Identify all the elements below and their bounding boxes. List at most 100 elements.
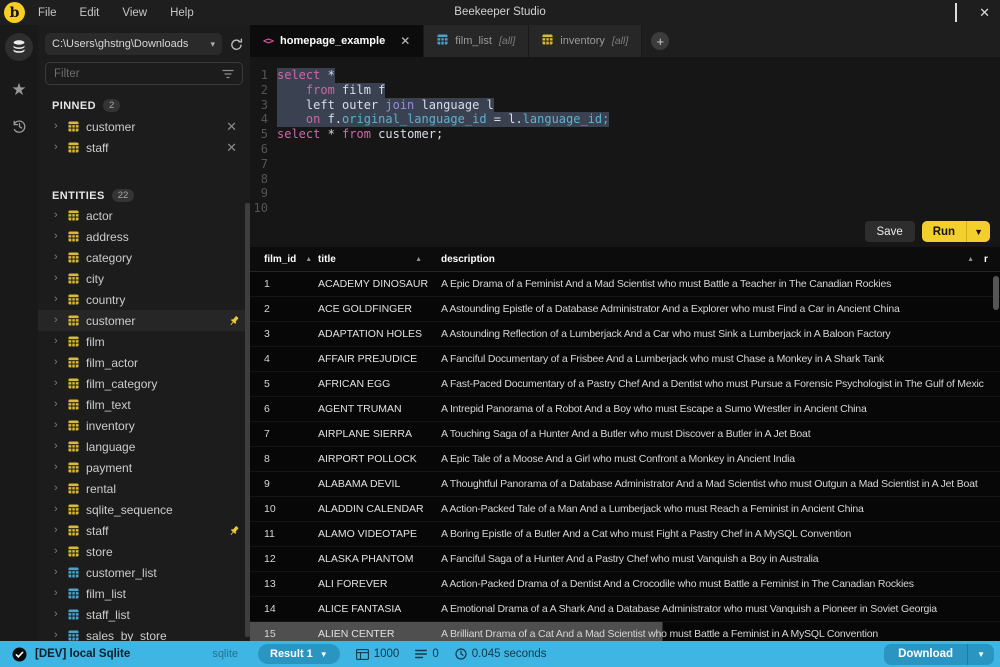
chevron-right-icon[interactable]: ›: [54, 352, 61, 373]
pinned-item-customer[interactable]: ›customer✕: [38, 116, 250, 137]
entity-item-actor[interactable]: ›actor: [38, 205, 250, 226]
chevron-right-icon[interactable]: ›: [54, 289, 61, 310]
chevron-right-icon[interactable]: ›: [54, 583, 61, 604]
column-header-title[interactable]: title▲: [314, 254, 439, 265]
chevron-right-icon[interactable]: ›: [54, 116, 61, 137]
chevron-right-icon[interactable]: ›: [54, 137, 61, 158]
entity-item-category[interactable]: ›category: [38, 247, 250, 268]
entity-item-customer_list[interactable]: ›customer_list: [38, 562, 250, 583]
sort-arrow-icon[interactable]: ▲: [415, 256, 422, 263]
table-row[interactable]: 13ALI FOREVERA Action-Packed Drama of a …: [250, 572, 1000, 597]
chevron-right-icon[interactable]: ›: [54, 373, 61, 394]
menu-file[interactable]: File: [38, 7, 57, 19]
sort-arrow-icon[interactable]: ▲: [967, 256, 974, 263]
entity-item-sqlite_sequence[interactable]: ›sqlite_sequence: [38, 499, 250, 520]
entity-item-film[interactable]: ›film: [38, 331, 250, 352]
column-header-partial[interactable]: r: [984, 254, 1000, 265]
code-line[interactable]: 2 from film f: [250, 83, 1000, 98]
tab-film_list[interactable]: film_list[all]: [424, 25, 529, 57]
download-options-caret[interactable]: ▼: [967, 644, 994, 665]
new-tab-button[interactable]: +: [651, 32, 669, 50]
entity-item-customer[interactable]: ›customer: [38, 310, 250, 331]
table-row[interactable]: 5AFRICAN EGGA Fast-Paced Documentary of …: [250, 372, 1000, 397]
filter-input[interactable]: [54, 68, 222, 80]
unpin-icon[interactable]: ✕: [223, 140, 240, 156]
entity-item-sales_by_store[interactable]: ›sales_by_store: [38, 625, 250, 641]
table-row[interactable]: 6AGENT TRUMANA Intrepid Panorama of a Ro…: [250, 397, 1000, 422]
favorites-button[interactable]: ★: [0, 80, 38, 100]
chevron-right-icon[interactable]: ›: [54, 520, 61, 541]
download-button[interactable]: Download ▼: [884, 644, 994, 665]
chevron-right-icon[interactable]: ›: [54, 562, 61, 583]
table-row[interactable]: 7AIRPLANE SIERRAA Touching Saga of a Hun…: [250, 422, 1000, 447]
code-line[interactable]: 8: [250, 172, 1000, 187]
chevron-right-icon[interactable]: ›: [54, 499, 61, 520]
chevron-right-icon[interactable]: ›: [54, 226, 61, 247]
entity-item-film_category[interactable]: ›film_category: [38, 373, 250, 394]
code-line[interactable]: 5select * from customer;: [250, 127, 1000, 142]
code-line[interactable]: 4 on f.original_language_id = l.language…: [250, 112, 1000, 127]
pinned-section-header[interactable]: PINNED 2: [38, 98, 250, 113]
chevron-right-icon[interactable]: ›: [54, 415, 61, 436]
entity-item-staff_list[interactable]: ›staff_list: [38, 604, 250, 625]
entity-item-film_list[interactable]: ›film_list: [38, 583, 250, 604]
chevron-right-icon[interactable]: ›: [54, 268, 61, 289]
results-scrollbar[interactable]: [993, 276, 999, 310]
history-button[interactable]: [0, 118, 38, 135]
run-options-caret[interactable]: ▼: [966, 221, 990, 242]
sort-arrow-icon[interactable]: ▲: [305, 256, 312, 263]
chevron-right-icon[interactable]: ›: [54, 604, 61, 625]
table-row[interactable]: 3ADAPTATION HOLESA Astounding Reflection…: [250, 322, 1000, 347]
entity-item-store[interactable]: ›store: [38, 541, 250, 562]
code-line[interactable]: 1select *: [250, 68, 1000, 83]
table-row[interactable]: 2ACE GOLDFINGERA Astounding Epistle of a…: [250, 297, 1000, 322]
chevron-right-icon[interactable]: ›: [54, 205, 61, 226]
table-row[interactable]: 4AFFAIR PREJUDICEA Fanciful Documentary …: [250, 347, 1000, 372]
run-label[interactable]: Run: [922, 226, 966, 238]
entities-section-header[interactable]: ENTITIES 22: [38, 188, 250, 203]
chevron-right-icon[interactable]: ›: [54, 331, 61, 352]
entity-item-film_actor[interactable]: ›film_actor: [38, 352, 250, 373]
run-button[interactable]: Run ▼: [922, 221, 990, 242]
chevron-right-icon[interactable]: ›: [54, 478, 61, 499]
entity-item-inventory[interactable]: ›inventory: [38, 415, 250, 436]
column-header-description[interactable]: description▲: [439, 254, 984, 265]
entity-item-address[interactable]: ›address: [38, 226, 250, 247]
save-button[interactable]: Save: [865, 221, 915, 242]
code-area[interactable]: 1select *2 from film f3 left outer join …: [250, 57, 1000, 216]
entity-item-rental[interactable]: ›rental: [38, 478, 250, 499]
code-line[interactable]: 10: [250, 201, 1000, 216]
table-row[interactable]: 15ALIEN CENTERA Brilliant Drama of a Cat…: [250, 622, 1000, 641]
table-row[interactable]: 1ACADEMY DINOSAURA Epic Drama of a Femin…: [250, 272, 1000, 297]
code-line[interactable]: 9: [250, 186, 1000, 201]
table-row[interactable]: 11ALAMO VIDEOTAPEA Boring Epistle of a B…: [250, 522, 1000, 547]
chevron-right-icon[interactable]: ›: [54, 436, 61, 457]
menu-help[interactable]: Help: [170, 7, 194, 19]
result-selector[interactable]: Result 1 ▼: [258, 644, 340, 664]
close-tab-icon[interactable]: ✕: [400, 34, 410, 48]
code-line[interactable]: 7: [250, 157, 1000, 172]
table-row[interactable]: 10ALADDIN CALENDARA Action-Packed Tale o…: [250, 497, 1000, 522]
table-row[interactable]: 12ALASKA PHANTOMA Fanciful Saga of a Hun…: [250, 547, 1000, 572]
code-line[interactable]: 3 left outer join language l: [250, 98, 1000, 113]
entity-item-staff[interactable]: ›staff: [38, 520, 250, 541]
connection-status[interactable]: [DEV] local Sqlite sqlite: [0, 647, 250, 662]
chevron-right-icon[interactable]: ›: [54, 625, 61, 641]
entity-item-payment[interactable]: ›payment: [38, 457, 250, 478]
maximize-button[interactable]: [955, 4, 957, 22]
refresh-button[interactable]: [230, 38, 243, 51]
table-row[interactable]: 8AIRPORT POLLOCKA Epic Tale of a Moose A…: [250, 447, 1000, 472]
entity-item-film_text[interactable]: ›film_text: [38, 394, 250, 415]
unpin-icon[interactable]: ✕: [223, 119, 240, 135]
column-header-film_id[interactable]: film_id▲: [250, 254, 314, 265]
table-row[interactable]: 9ALABAMA DEVILA Thoughtful Panorama of a…: [250, 472, 1000, 497]
menu-view[interactable]: View: [122, 7, 147, 19]
entity-item-country[interactable]: ›country: [38, 289, 250, 310]
database-tab-button[interactable]: [5, 33, 33, 61]
connection-select[interactable]: C:\Users\ghstng\Downloads ▾: [45, 33, 222, 55]
chevron-right-icon[interactable]: ›: [54, 394, 61, 415]
chevron-right-icon[interactable]: ›: [54, 310, 61, 331]
pinned-item-staff[interactable]: ›staff✕: [38, 137, 250, 158]
tab-inventory[interactable]: inventory[all]: [529, 25, 642, 57]
chevron-right-icon[interactable]: ›: [54, 247, 61, 268]
